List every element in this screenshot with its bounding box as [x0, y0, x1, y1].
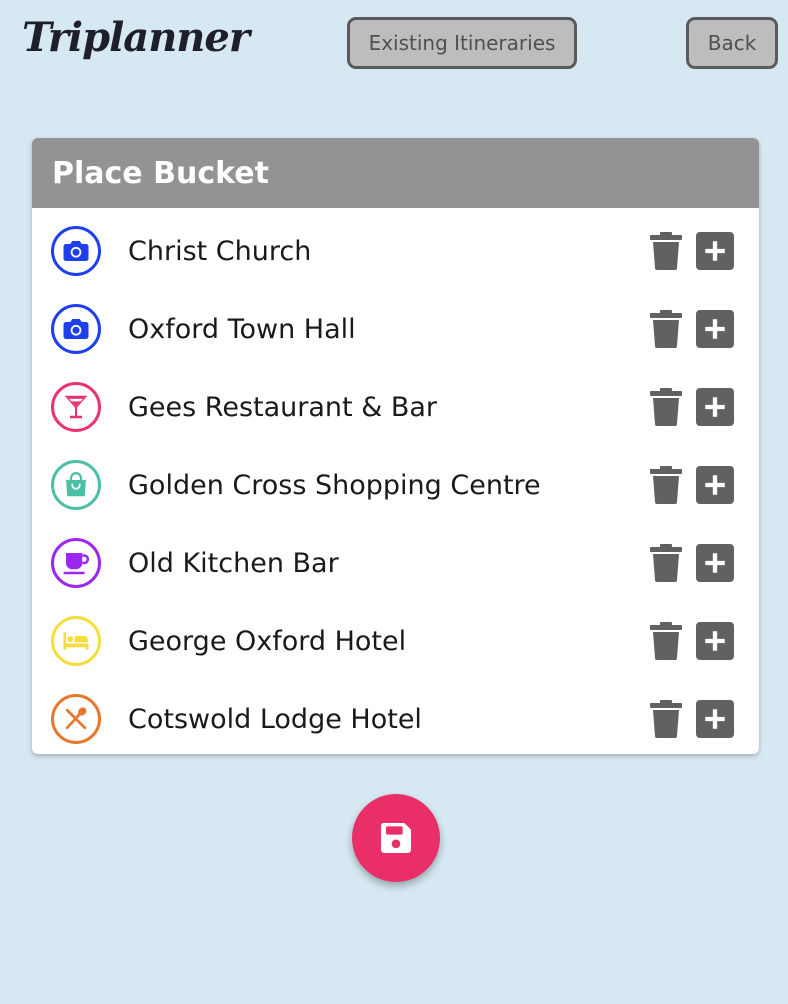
place-item: Cotswold Lodge Hotel: [32, 680, 759, 754]
place-name: Gees Restaurant & Bar: [128, 391, 437, 423]
plus-icon: [702, 238, 728, 264]
delete-place-button[interactable]: [650, 466, 682, 504]
add-place-button[interactable]: [696, 388, 734, 426]
add-place-button[interactable]: [696, 622, 734, 660]
plus-icon: [702, 472, 728, 498]
trash-icon: [650, 232, 682, 274]
place-item: Gees Restaurant & Bar: [32, 368, 759, 446]
bed-icon: [51, 616, 101, 666]
plus-icon: [702, 628, 728, 654]
add-place-button[interactable]: [696, 544, 734, 582]
plus-icon: [702, 706, 728, 732]
trash-icon: [650, 388, 682, 430]
add-place-button[interactable]: [696, 700, 734, 738]
add-place-button[interactable]: [696, 232, 734, 270]
trash-icon: [650, 466, 682, 508]
place-name: Oxford Town Hall: [128, 313, 356, 345]
save-button[interactable]: [352, 794, 440, 882]
place-name: Cotswold Lodge Hotel: [128, 703, 422, 735]
camera-icon: [51, 304, 101, 354]
place-item: Golden Cross Shopping Centre: [32, 446, 759, 524]
place-item: Oxford Town Hall: [32, 290, 759, 368]
place-list: Christ Church Oxford Town Hall Gees Restau…: [32, 212, 759, 754]
delete-place-button[interactable]: [650, 700, 682, 738]
utensils-icon: [51, 694, 101, 744]
delete-place-button[interactable]: [650, 544, 682, 582]
add-place-button[interactable]: [696, 466, 734, 504]
place-item: Christ Church: [32, 212, 759, 290]
back-button[interactable]: Back: [686, 17, 778, 69]
place-name: Christ Church: [128, 235, 312, 267]
delete-place-button[interactable]: [650, 622, 682, 660]
plus-icon: [702, 550, 728, 576]
coffee-cup-icon: [51, 538, 101, 588]
place-item: George Oxford Hotel: [32, 602, 759, 680]
app-logo: Triplanner: [22, 14, 250, 61]
place-name: George Oxford Hotel: [128, 625, 407, 657]
shopping-bag-icon: [51, 460, 101, 510]
place-bucket-card: Place Bucket Christ Church Oxford Town Ha…: [32, 138, 759, 754]
delete-place-button[interactable]: [650, 310, 682, 348]
trash-icon: [650, 622, 682, 664]
delete-place-button[interactable]: [650, 388, 682, 426]
camera-icon: [51, 226, 101, 276]
place-name: Old Kitchen Bar: [128, 547, 339, 579]
place-name: Golden Cross Shopping Centre: [128, 469, 541, 501]
plus-icon: [702, 316, 728, 342]
cocktail-icon: [51, 382, 101, 432]
plus-icon: [702, 394, 728, 420]
trash-icon: [650, 310, 682, 352]
add-place-button[interactable]: [696, 310, 734, 348]
place-bucket-title: Place Bucket: [32, 138, 759, 208]
save-icon: [380, 823, 411, 853]
trash-icon: [650, 700, 682, 742]
existing-itineraries-button[interactable]: Existing Itineraries: [347, 17, 577, 69]
trash-icon: [650, 544, 682, 586]
place-item: Old Kitchen Bar: [32, 524, 759, 602]
delete-place-button[interactable]: [650, 232, 682, 270]
